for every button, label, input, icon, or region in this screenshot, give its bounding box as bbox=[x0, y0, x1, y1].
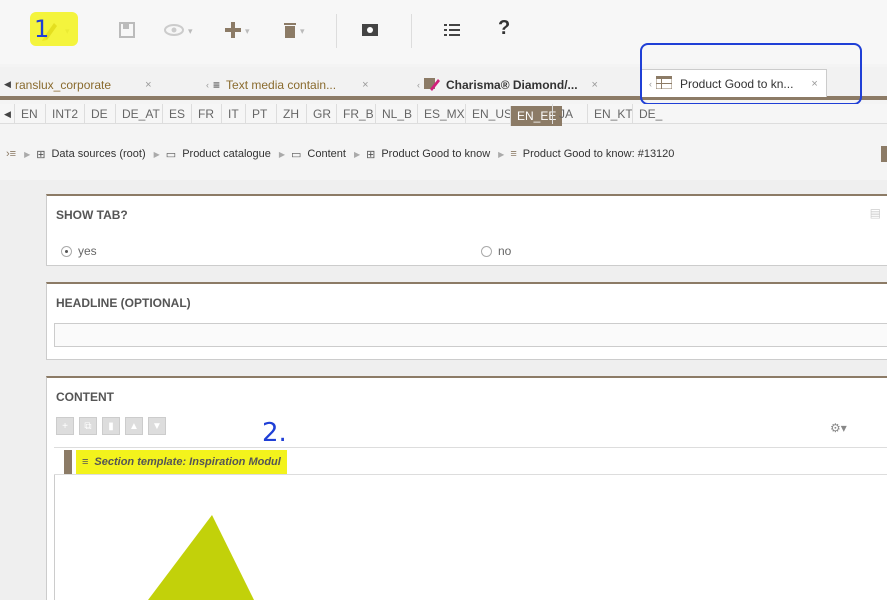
menu-icon[interactable]: ›≡ bbox=[6, 148, 16, 160]
tab-label: Text media contain... bbox=[226, 78, 337, 92]
help-button[interactable]: ? bbox=[498, 17, 510, 40]
breadcrumb-label: Data sources (root) bbox=[51, 148, 146, 160]
breadcrumb-item[interactable]: ▶ ≡ Product Good to know: #13120 bbox=[498, 148, 674, 160]
tab-text-media[interactable]: ‹ ≡ Text media contain... × bbox=[206, 73, 369, 97]
chevron-right-icon: ▶ bbox=[498, 149, 505, 159]
chevron-right-icon: ▶ bbox=[278, 149, 286, 159]
breadcrumb: ›≡ ▶ ⊞ Data sources (root) ▶ ▭ Product c… bbox=[0, 143, 887, 165]
language-tab-int2[interactable]: INT2 bbox=[45, 104, 84, 124]
close-tab-icon[interactable]: × bbox=[145, 79, 151, 91]
folder-icon: ▭ bbox=[165, 148, 177, 161]
record-icon: ≡ bbox=[510, 148, 517, 160]
screen-icon bbox=[361, 21, 379, 42]
tabs-bar: ◀ ranslux_corporate × ‹ ≡ Text media con… bbox=[0, 43, 887, 105]
breadcrumb-item[interactable]: ▶ ▭ Content bbox=[279, 148, 346, 161]
folder-icon: ▭ bbox=[291, 148, 302, 161]
tab-left-chevron-icon: ‹ bbox=[417, 80, 420, 90]
scroll-left-icon[interactable]: ◀ bbox=[4, 79, 11, 90]
language-tab-nl_b[interactable]: NL_B bbox=[375, 104, 418, 124]
breadcrumb-label: Product catalogue bbox=[182, 148, 271, 160]
annotation-number-1: 1 bbox=[34, 15, 50, 43]
chevron-right-icon: ▶ bbox=[353, 149, 361, 159]
save-icon bbox=[118, 21, 136, 42]
close-tab-icon[interactable]: × bbox=[592, 79, 598, 91]
chevron-right-icon: ▶ bbox=[24, 149, 31, 159]
delete-icon bbox=[283, 21, 297, 42]
scroll-left-icon[interactable]: ◀ bbox=[4, 109, 11, 120]
chevron-right-icon: ▶ bbox=[153, 149, 160, 159]
breadcrumb-label: Product Good to know bbox=[381, 148, 491, 160]
save-button[interactable] bbox=[118, 18, 136, 44]
language-tab-zh[interactable]: ZH bbox=[276, 104, 305, 124]
language-tab-en[interactable]: EN bbox=[14, 104, 44, 124]
language-tab-de[interactable]: DE bbox=[84, 104, 114, 124]
dropdown-arrow-icon[interactable]: ▾ bbox=[188, 26, 193, 37]
table-icon: ⊞ bbox=[366, 148, 376, 161]
language-tab-gr[interactable]: GR bbox=[306, 104, 337, 124]
list-icon bbox=[444, 23, 460, 40]
language-tab-it[interactable]: IT bbox=[221, 104, 245, 124]
language-tab-es_mx[interactable]: ES_MX bbox=[417, 104, 471, 124]
language-tab-fr_b[interactable]: FR_B bbox=[336, 104, 380, 124]
list-button[interactable] bbox=[444, 18, 460, 44]
language-tab-fr[interactable]: FR bbox=[191, 104, 220, 124]
add-button[interactable]: ▾ bbox=[224, 18, 250, 44]
breadcrumb-item[interactable]: ▶ ⊞ Product Good to know bbox=[354, 148, 490, 161]
tab-charisma[interactable]: ‹ Charisma® Diamond/... × bbox=[417, 73, 598, 97]
breadcrumb-label: Content bbox=[307, 148, 346, 160]
language-tab-de_at[interactable]: DE_AT bbox=[115, 104, 166, 124]
breadcrumb-item[interactable]: ▶ ▭ Product catalogue bbox=[154, 148, 271, 161]
toolbar-divider bbox=[411, 14, 412, 48]
table-icon: ⊞ bbox=[36, 148, 46, 161]
dropdown-arrow-icon[interactable]: ▾ bbox=[300, 26, 305, 37]
screen-button[interactable] bbox=[361, 18, 379, 44]
tab-ranslux-corporate[interactable]: ranslux_corporate × bbox=[15, 73, 152, 97]
preview-button[interactable]: ▾ bbox=[163, 18, 193, 44]
edit-document-icon bbox=[424, 77, 440, 94]
language-tab-en_kt[interactable]: EN_KT bbox=[587, 104, 639, 124]
annotation-arrow bbox=[0, 180, 887, 600]
dropdown-arrow-icon[interactable]: ▾ bbox=[245, 26, 250, 37]
toolbar-divider bbox=[336, 14, 337, 48]
language-tab-ja[interactable]: JA bbox=[552, 104, 579, 124]
preview-icon bbox=[163, 21, 185, 42]
annotation-box bbox=[640, 43, 862, 105]
tab-label: ranslux_corporate bbox=[15, 78, 112, 92]
breadcrumb-label: Product Good to know: #13120 bbox=[522, 148, 675, 160]
text-icon: ≡ bbox=[213, 78, 221, 92]
side-handle[interactable] bbox=[881, 146, 887, 162]
tab-left-chevron-icon: ‹ bbox=[206, 80, 209, 90]
delete-button[interactable]: ▾ bbox=[283, 18, 305, 44]
add-icon bbox=[224, 21, 242, 42]
breadcrumb-item[interactable]: ▶ ⊞ Data sources (root) bbox=[24, 148, 146, 161]
main-content: SHOW TAB? ▤ yes no HEADLINE (OPTIONAL) C… bbox=[0, 180, 887, 600]
tab-label: Charisma® Diamond/... bbox=[446, 78, 578, 92]
language-tab-de[interactable]: DE_ bbox=[632, 104, 668, 124]
language-bar: ◀ EN INT2 DE DE_AT ES FR IT PT ZH GR FR_B NL_B ES_MX… bbox=[0, 104, 887, 126]
close-tab-icon[interactable]: × bbox=[362, 79, 368, 91]
language-tab-pt[interactable]: PT bbox=[245, 104, 273, 124]
language-tab-es[interactable]: ES bbox=[162, 104, 191, 124]
